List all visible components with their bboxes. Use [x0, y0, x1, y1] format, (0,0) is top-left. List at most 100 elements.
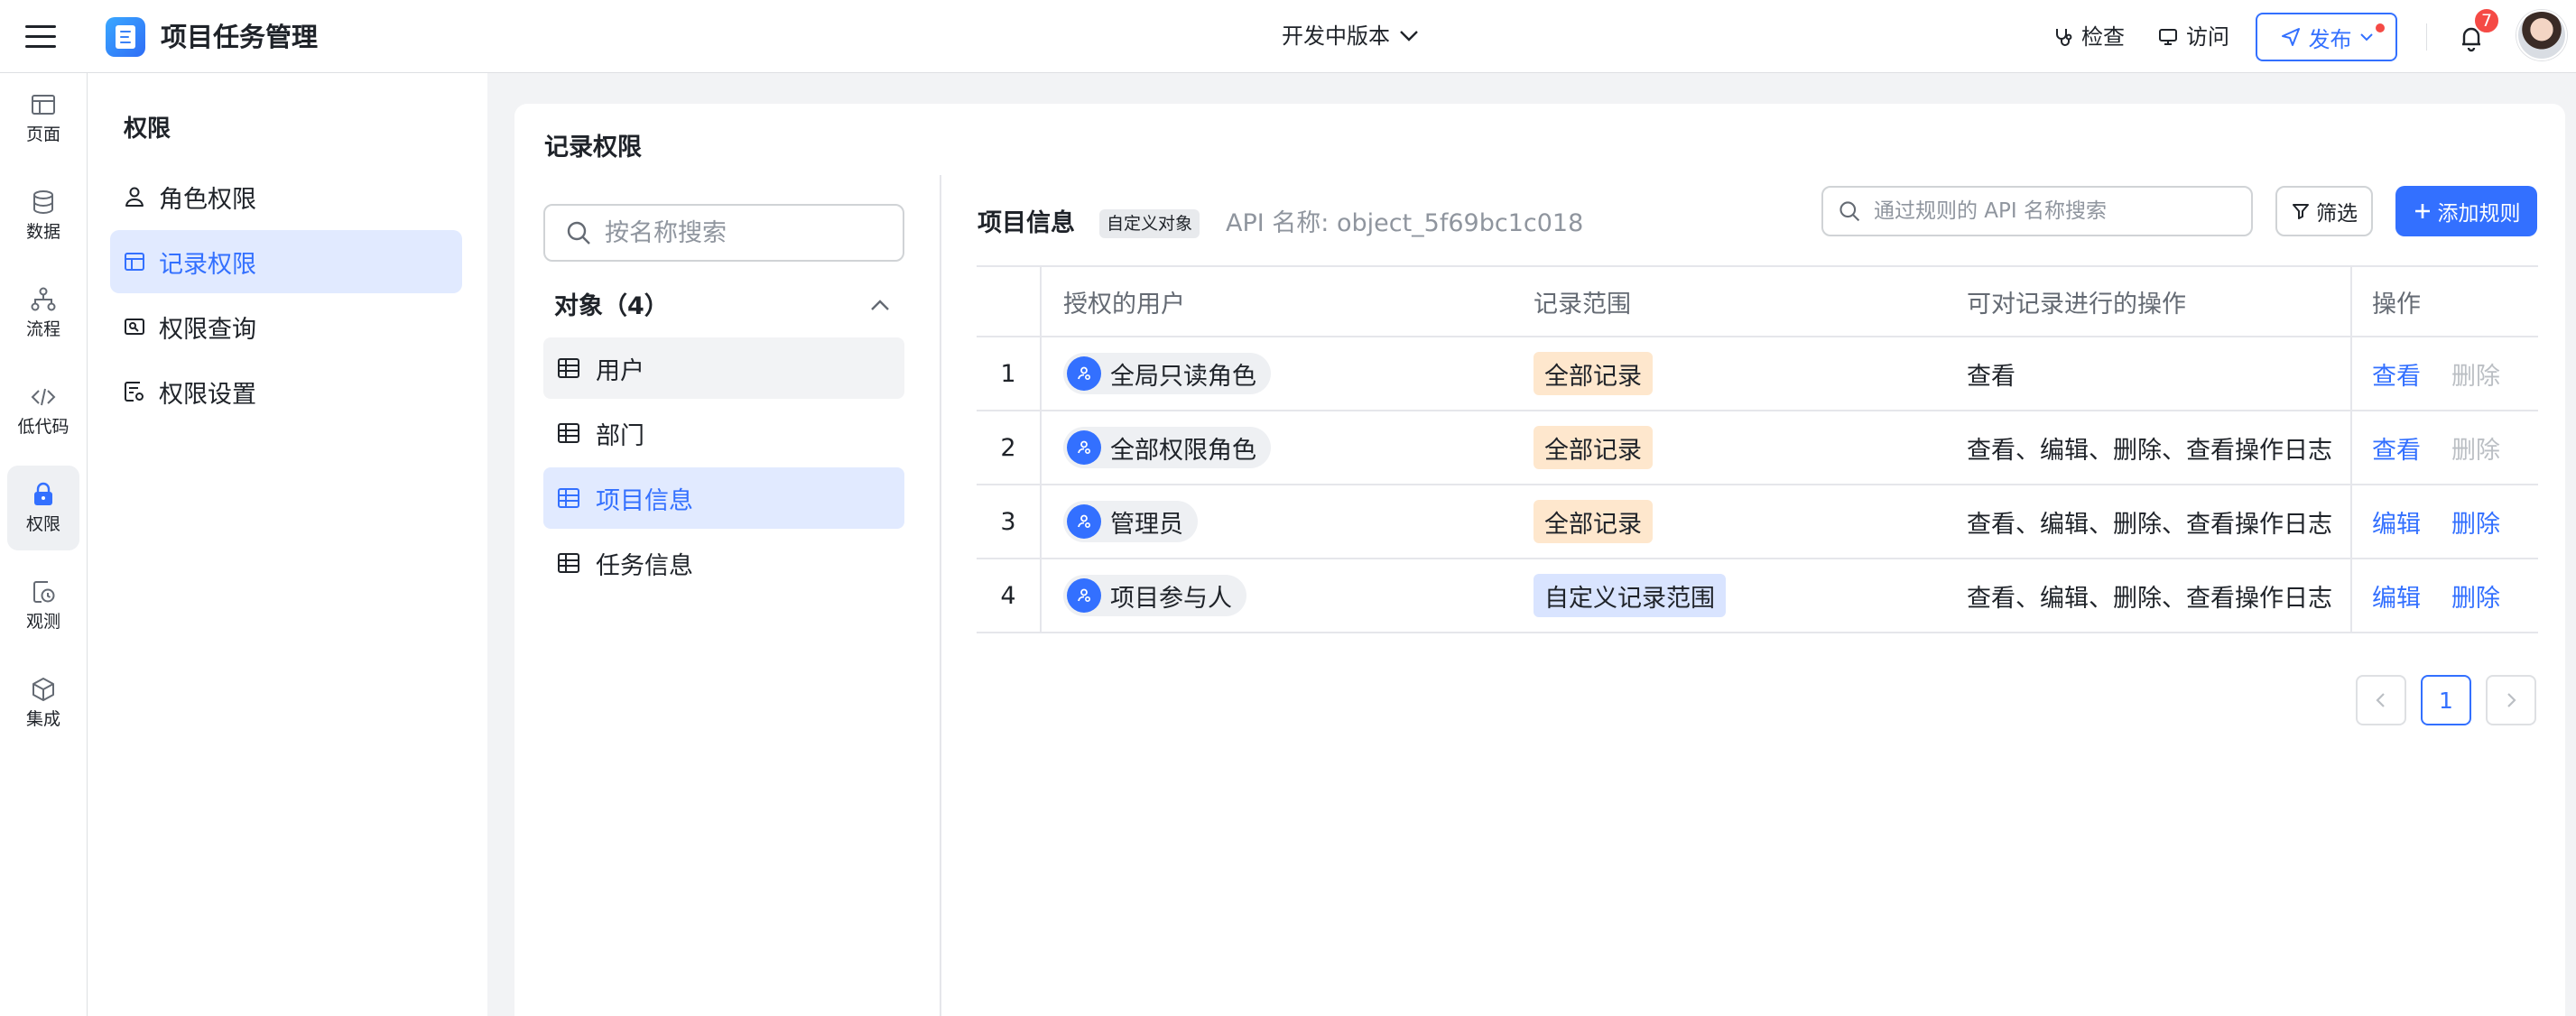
object-item-label: 项目信息 [596, 486, 693, 515]
filter-label: 筛选 [2316, 202, 2358, 226]
user-chip[interactable]: 全部权限角色 [1063, 427, 1271, 468]
table-row: 1 全局只读角色 全部记录 查看 查看 删除 [977, 337, 2538, 411]
index-header [977, 267, 1042, 336]
next-page-button[interactable] [2486, 675, 2536, 725]
icon-rail: 页面 数据 流程 低代码 权限 观测 集成 [0, 73, 88, 1016]
table-icon [558, 553, 579, 573]
row-action-primary[interactable]: 查看 [2372, 356, 2421, 392]
action-cell: 编辑 删除 [2350, 559, 2538, 632]
rail-label: 数据 [25, 222, 60, 242]
operations-cell: 查看、编辑、删除、查看操作日志 [1967, 436, 2332, 465]
scope-cell: 全部记录 [1534, 411, 1653, 484]
scope-cell: 全部记录 [1534, 485, 1653, 558]
filter-button[interactable]: 筛选 [2275, 186, 2373, 236]
object-item-project-info[interactable]: 项目信息 [543, 467, 904, 529]
rail-item-pages[interactable]: 页面 [7, 76, 79, 161]
row-action-primary[interactable]: 查看 [2372, 430, 2421, 466]
user-icon [125, 187, 144, 207]
menu-item-label: 角色权限 [159, 185, 256, 214]
table-icon [558, 488, 579, 508]
chevron-left-icon [2376, 693, 2385, 707]
page-number-button[interactable]: 1 [2421, 675, 2471, 725]
column-header-user: 授权的用户 [1063, 290, 1185, 319]
rail-item-data[interactable]: 数据 [7, 173, 79, 258]
object-name: 项目信息 [978, 209, 1075, 237]
page-title: 记录权限 [544, 134, 642, 162]
rule-search-box[interactable] [1821, 186, 2253, 236]
user-cell: 项目参与人 [1063, 559, 1246, 632]
menu-item-role-permission[interactable]: 角色权限 [110, 165, 462, 228]
action-cell: 编辑 删除 [2350, 485, 2538, 558]
operations-cell: 查看 [1967, 362, 2015, 391]
row-action-primary[interactable]: 编辑 [2372, 504, 2421, 540]
rail-label: 页面 [25, 125, 60, 144]
add-rule-button[interactable]: 添加规则 [2395, 186, 2537, 236]
row-index: 4 [977, 559, 1042, 632]
rail-item-observe[interactable]: 观测 [7, 563, 79, 648]
add-rule-label: 添加规则 [2437, 202, 2521, 226]
rail-label: 集成 [25, 709, 60, 729]
row-action-delete[interactable]: 删除 [2451, 578, 2500, 614]
menu-item-permission-settings[interactable]: 权限设置 [110, 360, 462, 423]
object-item-department[interactable]: 部门 [543, 402, 904, 464]
object-search-input[interactable] [605, 218, 894, 247]
row-action-delete[interactable]: 删除 [2451, 504, 2500, 540]
code-icon [31, 388, 56, 406]
chevron-up-icon[interactable] [865, 291, 895, 321]
table-row: 2 全部权限角色 全部记录 查看、编辑、删除、查看操作日志 查看 删除 [977, 411, 2538, 485]
menu-item-record-permission[interactable]: 记录权限 [110, 230, 462, 293]
send-icon [2281, 28, 2300, 46]
user-cell: 全部权限角色 [1063, 411, 1271, 484]
role-icon [1067, 430, 1101, 465]
check-button[interactable]: 检查 [2052, 22, 2125, 52]
publish-button[interactable]: 发布 [2256, 13, 2397, 61]
role-icon [1067, 356, 1101, 391]
user-chip[interactable]: 全局只读角色 [1063, 353, 1271, 394]
row-index: 1 [977, 337, 1042, 410]
chevron-right-icon [2507, 693, 2516, 707]
plus-icon [2414, 204, 2430, 218]
user-avatar[interactable] [2516, 10, 2567, 60]
visit-button[interactable]: 访问 [2157, 22, 2229, 52]
publish-dot-indicator [2376, 23, 2385, 32]
user-chip[interactable]: 管理员 [1063, 501, 1198, 542]
role-icon [1067, 504, 1101, 539]
user-cell: 管理员 [1063, 485, 1198, 558]
api-name: API 名称: object_5f69bc1c018 [1226, 209, 1584, 237]
row-action-delete: 删除 [2451, 436, 2500, 465]
search-icon [567, 221, 590, 245]
scope-tag: 自定义记录范围 [1534, 574, 1726, 617]
rail-label: 低代码 [17, 417, 69, 437]
action-cell: 查看 删除 [2350, 411, 2538, 484]
object-item-label: 用户 [596, 356, 644, 385]
rail-item-integration[interactable]: 集成 [7, 660, 79, 745]
row-index: 3 [977, 485, 1042, 558]
rail-item-permission[interactable]: 权限 [7, 466, 79, 550]
object-item-task-info[interactable]: 任务信息 [543, 532, 904, 594]
rail-label: 权限 [25, 514, 60, 534]
prev-page-button[interactable] [2356, 675, 2406, 725]
menu-item-permission-query[interactable]: 权限查询 [110, 295, 462, 358]
version-label: 开发中版本 [1282, 23, 1390, 49]
pane-divider [940, 175, 941, 1016]
user-chip[interactable]: 项目参与人 [1063, 575, 1246, 616]
check-label: 检查 [2081, 24, 2125, 50]
hamburger-menu-icon[interactable] [25, 23, 56, 51]
rail-item-workflow[interactable]: 流程 [7, 271, 79, 356]
row-action-delete: 删除 [2451, 362, 2500, 391]
search-icon [1839, 201, 1860, 222]
scope-cell: 自定义记录范围 [1534, 559, 1726, 632]
user-name: 项目参与人 [1110, 584, 1232, 613]
chevron-down-icon [1400, 31, 1418, 42]
menu-item-label: 权限查询 [159, 315, 256, 344]
row-action-primary[interactable]: 编辑 [2372, 578, 2421, 614]
user-name: 全局只读角色 [1110, 362, 1256, 391]
version-selector[interactable]: 开发中版本 [1282, 21, 1419, 51]
object-search-box[interactable] [543, 204, 904, 262]
rail-item-lowcode[interactable]: 低代码 [7, 368, 79, 453]
scope-tag: 全部记录 [1534, 500, 1653, 543]
rule-search-input[interactable] [1874, 199, 2244, 223]
column-header-scope: 记录范围 [1534, 290, 1631, 319]
object-item-user[interactable]: 用户 [543, 337, 904, 399]
filter-icon [2293, 204, 2309, 219]
